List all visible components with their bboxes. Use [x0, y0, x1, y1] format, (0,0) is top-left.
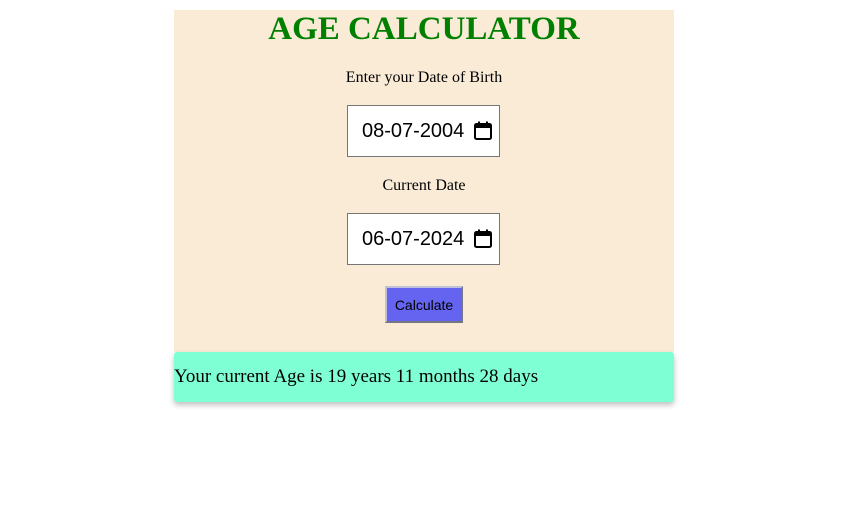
calendar-icon[interactable]: [471, 227, 495, 251]
current-date-input[interactable]: 06-07-2024: [347, 213, 500, 265]
dob-date-input[interactable]: 08-07-2004: [347, 105, 500, 157]
age-calculator-card: AGE CALCULATOR Enter your Date of Birth …: [174, 10, 674, 352]
current-date-value: 06-07-2024: [362, 227, 465, 250]
current-date-label: Current Date: [382, 177, 466, 194]
age-result: Your current Age is 19 years 11 months 2…: [174, 352, 674, 402]
calendar-icon[interactable]: [471, 119, 495, 143]
calculate-button[interactable]: Calculate: [385, 286, 463, 323]
page-title: AGE CALCULATOR: [268, 11, 580, 47]
dob-label: Enter your Date of Birth: [345, 69, 503, 86]
dob-date-value: 08-07-2004: [362, 119, 465, 142]
